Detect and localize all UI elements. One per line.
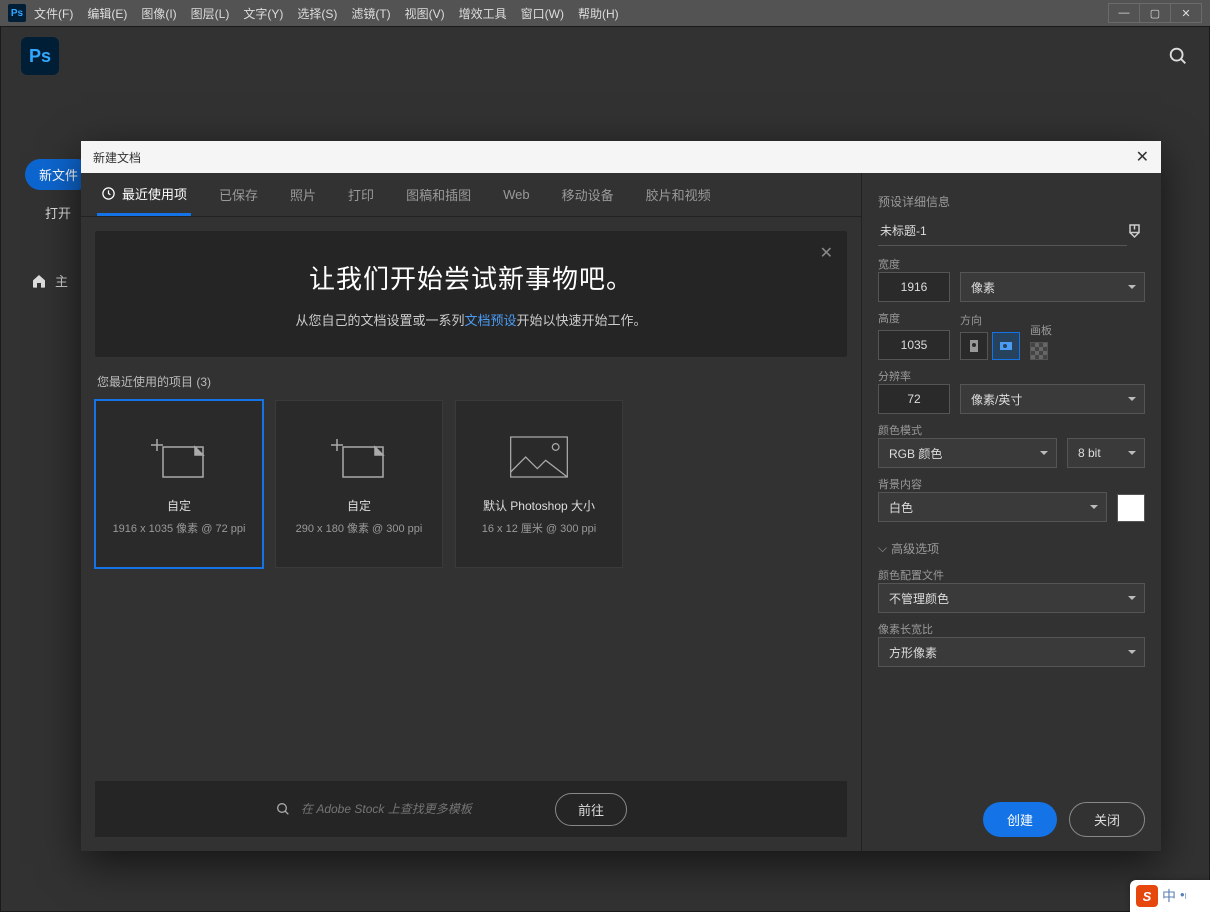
orientation-label: 方向 — [960, 312, 1020, 328]
titlebar: Ps 文件(F) 编辑(E) 图像(I) 图层(L) 文字(Y) 选择(S) 滤… — [0, 0, 1210, 26]
menu-filter[interactable]: 滤镜(T) — [351, 5, 390, 22]
advanced-toggle[interactable]: ⌵ 高级选项 — [878, 540, 1145, 557]
menu-layer[interactable]: 图层(L) — [191, 5, 230, 22]
tab-photo[interactable]: 照片 — [286, 173, 320, 216]
recent-items-label: 您最近使用的项目 (3) — [97, 373, 847, 390]
tab-film[interactable]: 胶片和视频 — [642, 173, 715, 216]
minimize-button[interactable]: — — [1108, 3, 1140, 23]
home-header: Ps — [1, 27, 1209, 85]
home-tab[interactable]: 主 — [31, 271, 68, 290]
color-mode-label: 颜色模式 — [878, 422, 1145, 438]
tab-print[interactable]: 打印 — [344, 173, 378, 216]
close-button[interactable]: ✕ — [1170, 3, 1202, 23]
tab-art[interactable]: 图稿和插图 — [402, 173, 475, 216]
menu-plugins[interactable]: 增效工具 — [459, 5, 507, 22]
menu-view[interactable]: 视图(V) — [405, 5, 445, 22]
menubar: 文件(F) 编辑(E) 图像(I) 图层(L) 文字(Y) 选择(S) 滤镜(T… — [34, 5, 619, 22]
tile-dims: 16 x 12 厘米 @ 300 ppi — [482, 520, 597, 536]
color-profile-select[interactable]: 不管理颜色 — [878, 583, 1145, 613]
dialog-close-button[interactable]: ✕ — [1136, 147, 1149, 167]
home-icon — [31, 273, 47, 289]
hero-title: 让我们开始尝试新事物吧。 — [135, 259, 807, 296]
ps-icon: Ps — [8, 4, 26, 22]
open-button[interactable]: 打开 — [45, 203, 71, 222]
blank-doc-icon — [329, 433, 389, 481]
width-input[interactable] — [878, 272, 950, 302]
color-mode-select[interactable]: RGB 颜色 — [878, 438, 1057, 468]
tab-saved[interactable]: 已保存 — [215, 173, 262, 216]
chevron-down-icon: ⌵ — [878, 541, 887, 556]
width-label: 宽度 — [878, 256, 1145, 272]
preset-tabs: 最近使用项 已保存 照片 打印 图稿和插图 Web 移动设备 胶片和视频 — [81, 173, 861, 217]
artboard-checkbox[interactable] — [1030, 342, 1048, 360]
stock-search-bar: 前往 — [95, 781, 847, 837]
ime-indicator[interactable]: S 中 •၊ — [1130, 880, 1210, 912]
blank-doc-icon — [149, 433, 209, 481]
tile-name: 默认 Photoshop 大小 — [483, 497, 595, 514]
search-icon — [275, 801, 291, 817]
stock-go-button[interactable]: 前往 — [555, 793, 627, 826]
menu-type[interactable]: 文字(Y) — [243, 5, 283, 22]
width-unit-select[interactable]: 像素 — [960, 272, 1145, 302]
dialog-title: 新建文档 — [93, 149, 141, 166]
menu-select[interactable]: 选择(S) — [297, 5, 337, 22]
new-document-dialog: 新建文档 ✕ 最近使用项 已保存 照片 打印 图稿和插图 Web 移动设备 胶片… — [81, 141, 1161, 851]
orientation-landscape[interactable] — [992, 332, 1020, 360]
menu-file[interactable]: 文件(F) — [34, 5, 73, 22]
pixel-aspect-select[interactable]: 方形像素 — [878, 637, 1145, 667]
window-controls: — ▢ ✕ — [1109, 3, 1202, 23]
doc-presets-link[interactable]: 文档预设 — [464, 313, 516, 328]
close-button[interactable]: 关闭 — [1069, 802, 1145, 837]
stock-search-input[interactable] — [301, 802, 541, 816]
background-color-swatch[interactable] — [1117, 494, 1145, 522]
ime-lang: 中 — [1162, 886, 1176, 906]
maximize-button[interactable]: ▢ — [1139, 3, 1171, 23]
tab-web[interactable]: Web — [499, 173, 534, 216]
resolution-label: 分辨率 — [878, 368, 1145, 384]
bit-depth-select[interactable]: 8 bit — [1067, 438, 1145, 468]
search-icon[interactable] — [1167, 45, 1189, 67]
tile-dims: 1916 x 1035 像素 @ 72 ppi — [113, 520, 246, 536]
ps-logo: Ps — [21, 37, 59, 75]
doc-name-input[interactable]: 未标题-1 — [878, 216, 1127, 246]
preset-tile[interactable]: 自定 1916 x 1035 像素 @ 72 ppi — [95, 400, 263, 568]
tile-dims: 290 x 180 像素 @ 300 ppi — [296, 520, 423, 536]
menu-window[interactable]: 窗口(W) — [521, 5, 564, 22]
tile-name: 自定 — [167, 497, 191, 514]
dialog-titlebar: 新建文档 ✕ — [81, 141, 1161, 173]
pixel-aspect-label: 像素长宽比 — [878, 621, 1145, 637]
hero-close-button[interactable]: ✕ — [820, 243, 833, 263]
resolution-unit-select[interactable]: 像素/英寸 — [960, 384, 1145, 414]
color-profile-label: 颜色配置文件 — [878, 567, 1145, 583]
save-preset-icon[interactable] — [1127, 222, 1145, 240]
tab-recent[interactable]: 最近使用项 — [97, 173, 191, 216]
background-label: 背景内容 — [878, 476, 1145, 492]
orientation-portrait[interactable] — [960, 332, 988, 360]
dialog-left-pane: 最近使用项 已保存 照片 打印 图稿和插图 Web 移动设备 胶片和视频 ✕ 让… — [81, 173, 861, 851]
menu-edit[interactable]: 编辑(E) — [87, 5, 127, 22]
preset-details-panel: 预设详细信息 未标题-1 宽度 像素 高度 — [861, 173, 1161, 851]
preset-tile[interactable]: 自定 290 x 180 像素 @ 300 ppi — [275, 400, 443, 568]
hero-subtitle: 从您自己的文档设置或一系列文档预设开始以快速开始工作。 — [135, 310, 807, 329]
tab-mobile[interactable]: 移动设备 — [558, 173, 618, 216]
main-area: Ps 新文件 打开 主 新建文档 ✕ 最近使用项 已保存 照片 打 — [0, 26, 1210, 912]
tile-name: 自定 — [347, 497, 371, 514]
menu-help[interactable]: 帮助(H) — [578, 5, 619, 22]
sogou-icon: S — [1136, 885, 1158, 907]
background-select[interactable]: 白色 — [878, 492, 1107, 522]
resolution-input[interactable] — [878, 384, 950, 414]
hero-banner: ✕ 让我们开始尝试新事物吧。 从您自己的文档设置或一系列文档预设开始以快速开始工… — [95, 231, 847, 357]
menu-image[interactable]: 图像(I) — [141, 5, 176, 22]
create-button[interactable]: 创建 — [983, 802, 1057, 837]
preset-tile[interactable]: 默认 Photoshop 大小 16 x 12 厘米 @ 300 ppi — [455, 400, 623, 568]
height-input[interactable] — [878, 330, 950, 360]
image-doc-icon — [509, 433, 569, 481]
height-label: 高度 — [878, 310, 950, 326]
details-header: 预设详细信息 — [878, 193, 1145, 210]
clock-icon — [101, 186, 116, 201]
ime-more-icon: •၊ — [1180, 887, 1187, 906]
preset-tiles: 自定 1916 x 1035 像素 @ 72 ppi 自定 290 x 180 … — [95, 400, 847, 568]
artboard-label: 画板 — [1030, 322, 1052, 338]
